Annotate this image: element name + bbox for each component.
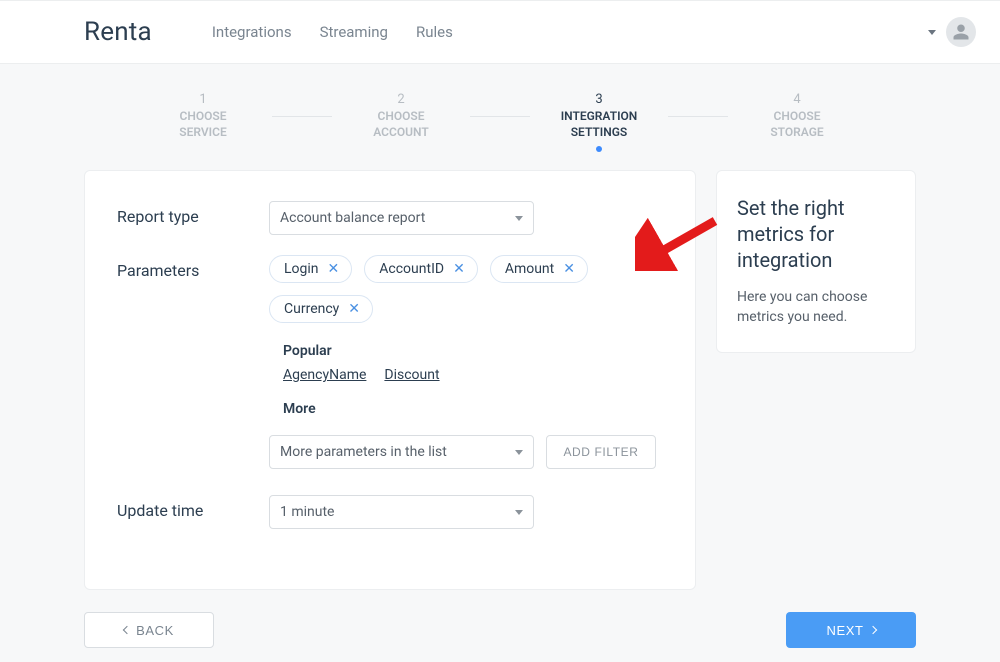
logo[interactable]: Renta bbox=[84, 17, 152, 47]
step-separator bbox=[470, 116, 530, 117]
chip-currency[interactable]: Currency ✕ bbox=[269, 295, 373, 323]
more-heading: More bbox=[283, 401, 663, 417]
update-time-value: 1 minute bbox=[280, 504, 334, 520]
step-label: CHOOSE SERVICE bbox=[148, 109, 258, 140]
top-navbar: Renta Integrations Streaming Rules bbox=[0, 0, 1000, 64]
next-button[interactable]: NEXT bbox=[786, 612, 916, 648]
user-icon bbox=[952, 23, 970, 41]
nav-links: Integrations Streaming Rules bbox=[212, 23, 453, 41]
step-choose-service[interactable]: 1 CHOOSE SERVICE bbox=[148, 92, 258, 140]
account-caret-icon[interactable] bbox=[928, 30, 936, 35]
chip-label: Currency bbox=[284, 301, 339, 317]
chevron-left-icon bbox=[123, 626, 131, 634]
step-number: 3 bbox=[544, 92, 654, 107]
step-label: CHOOSE ACCOUNT bbox=[346, 109, 456, 140]
form-card: Report type Account balance report Param… bbox=[84, 170, 696, 590]
step-number: 2 bbox=[346, 92, 456, 107]
more-placeholder: More parameters in the list bbox=[280, 444, 447, 460]
popular-agencyname[interactable]: AgencyName bbox=[283, 367, 366, 383]
popular-heading: Popular bbox=[283, 343, 663, 359]
step-separator bbox=[272, 116, 332, 117]
row-parameters: Parameters Login ✕ AccountID ✕ Amount ✕ bbox=[117, 255, 663, 469]
chevron-right-icon bbox=[868, 626, 876, 634]
row-update-time: Update time 1 minute bbox=[117, 495, 663, 529]
close-icon[interactable]: ✕ bbox=[563, 262, 575, 276]
close-icon[interactable]: ✕ bbox=[348, 302, 360, 316]
chevron-down-icon bbox=[515, 450, 523, 455]
more-parameters-select[interactable]: More parameters in the list bbox=[269, 435, 534, 469]
help-title: Set the right metrics for integration bbox=[737, 195, 895, 273]
chip-accountid[interactable]: AccountID ✕ bbox=[364, 255, 478, 283]
nav-integrations[interactable]: Integrations bbox=[212, 23, 292, 41]
popular-links: AgencyName Discount bbox=[283, 367, 663, 383]
chip-label: Login bbox=[284, 261, 319, 277]
chip-amount[interactable]: Amount ✕ bbox=[490, 255, 588, 283]
topbar-right bbox=[928, 17, 976, 47]
wizard-stepper: 1 CHOOSE SERVICE 2 CHOOSE ACCOUNT 3 INTE… bbox=[0, 64, 1000, 170]
avatar[interactable] bbox=[946, 17, 976, 47]
parameter-chips: Login ✕ AccountID ✕ Amount ✕ Currency ✕ bbox=[269, 255, 663, 323]
chevron-down-icon bbox=[515, 510, 523, 515]
wizard-footer: BACK NEXT bbox=[0, 590, 1000, 648]
chip-label: AccountID bbox=[379, 261, 444, 277]
active-dot-icon bbox=[596, 146, 602, 152]
update-time-label: Update time bbox=[117, 495, 269, 529]
back-label: BACK bbox=[136, 623, 174, 638]
step-choose-storage[interactable]: 4 CHOOSE STORAGE bbox=[742, 92, 852, 140]
step-number: 1 bbox=[148, 92, 258, 107]
close-icon[interactable]: ✕ bbox=[328, 262, 340, 276]
popular-section: Popular AgencyName Discount bbox=[283, 343, 663, 383]
report-type-select[interactable]: Account balance report bbox=[269, 201, 534, 235]
back-button[interactable]: BACK bbox=[84, 612, 214, 648]
report-type-label: Report type bbox=[117, 201, 269, 235]
close-icon[interactable]: ✕ bbox=[453, 262, 465, 276]
step-number: 4 bbox=[742, 92, 852, 107]
main-content: Report type Account balance report Param… bbox=[0, 170, 1000, 590]
nav-streaming[interactable]: Streaming bbox=[320, 23, 388, 41]
step-choose-account[interactable]: 2 CHOOSE ACCOUNT bbox=[346, 92, 456, 140]
more-row: More parameters in the list ADD FILTER bbox=[269, 435, 663, 469]
step-label: CHOOSE STORAGE bbox=[742, 109, 852, 140]
parameters-label: Parameters bbox=[117, 255, 269, 469]
row-report-type: Report type Account balance report bbox=[117, 201, 663, 235]
next-label: NEXT bbox=[826, 623, 863, 638]
help-card: Set the right metrics for integration He… bbox=[716, 170, 916, 353]
report-type-value: Account balance report bbox=[280, 210, 425, 226]
update-time-select[interactable]: 1 minute bbox=[269, 495, 534, 529]
nav-rules[interactable]: Rules bbox=[416, 23, 453, 41]
step-label: INTEGRATION SETTINGS bbox=[544, 109, 654, 140]
chip-login[interactable]: Login ✕ bbox=[269, 255, 352, 283]
chip-label: Amount bbox=[505, 261, 554, 277]
more-section: More bbox=[283, 401, 663, 417]
step-integration-settings[interactable]: 3 INTEGRATION SETTINGS bbox=[544, 92, 654, 152]
add-filter-button[interactable]: ADD FILTER bbox=[546, 435, 656, 469]
help-text: Here you can choose metrics you need. bbox=[737, 287, 895, 328]
popular-discount[interactable]: Discount bbox=[384, 367, 439, 383]
chevron-down-icon bbox=[515, 216, 523, 221]
step-separator bbox=[668, 116, 728, 117]
